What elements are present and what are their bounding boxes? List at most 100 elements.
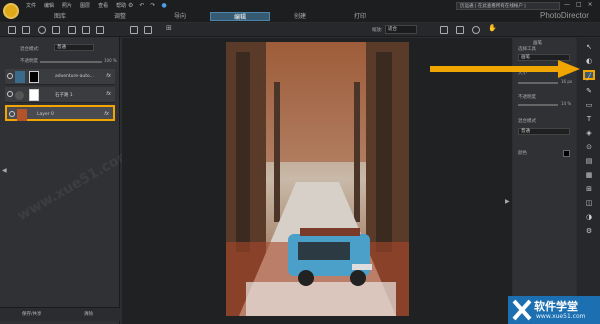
fx-button[interactable]: fx — [106, 73, 111, 79]
canvas-image[interactable] — [226, 42, 409, 316]
group-icon[interactable] — [52, 26, 60, 34]
brush-blend-select[interactable]: 普通 — [518, 128, 570, 135]
layer-name: Layer 0 — [37, 112, 54, 117]
grid-icon[interactable]: ⊞ — [166, 24, 174, 32]
layers-panel: 混合模式: 普通 不透明度 100 % adventure-auto... fx… — [0, 37, 134, 324]
redo-icon[interactable]: ↷ — [150, 2, 155, 9]
adjust-tool-icon[interactable]: ◐ — [583, 56, 595, 66]
menu-item-layer[interactable]: 图层 — [80, 2, 90, 9]
select-tool-icon[interactable]: ↖ — [583, 42, 595, 52]
pencil-tool-icon[interactable]: ✎ — [583, 86, 595, 96]
tool-column: ↖ ◐ ╱ ✎ ▭ T ◈ ⊙ ▤ ▦ ⊞ ◫ ◑ ⚙ — [577, 38, 600, 324]
fx-button[interactable]: fx — [104, 111, 109, 117]
clone-tool-icon[interactable]: ⊙ — [583, 142, 595, 152]
layer-mask-thumbnail — [29, 89, 39, 101]
minimize-button[interactable]: — — [564, 1, 570, 8]
site-title: 软件学堂 — [534, 300, 578, 313]
menu-item-view[interactable]: 查看 — [98, 2, 108, 9]
collapse-right-icon[interactable]: ▶ — [505, 198, 510, 205]
crop-icon[interactable] — [440, 26, 448, 34]
visibility-eye-icon[interactable] — [7, 73, 13, 79]
save-share-button[interactable]: 保存/共享 — [22, 311, 42, 317]
size-slider[interactable] — [518, 82, 558, 84]
text-tool-icon[interactable]: T — [583, 114, 595, 124]
layer-thumbnail — [15, 71, 25, 83]
tab-adjust[interactable]: 调整 — [90, 12, 150, 21]
app-logo — [3, 3, 19, 19]
opacity-slider[interactable] — [40, 61, 102, 63]
brush-blend-label: 混合模式 — [518, 119, 536, 124]
quick-icons: ⚙ ↶ ↷ ● — [128, 2, 167, 9]
tab-edit[interactable]: 编辑 — [210, 12, 270, 21]
shape-tool-icon[interactable]: ▭ — [583, 100, 595, 110]
info-icon[interactable]: ● — [161, 2, 166, 9]
watermark: www.xue51.com — [14, 145, 135, 225]
hand-icon[interactable]: ✋ — [488, 24, 497, 32]
zoom-select[interactable]: 适合 — [385, 25, 417, 34]
blend-mode-select[interactable]: 普通 — [54, 44, 94, 51]
menu-bar: 文件 编辑 照片 图层 查看 帮助 — [26, 2, 126, 9]
duplicate-icon[interactable] — [82, 26, 90, 34]
grid-tool-icon[interactable]: ⊞ — [583, 184, 595, 194]
view-single-icon[interactable] — [130, 26, 138, 34]
visibility-eye-icon[interactable] — [7, 91, 13, 97]
clear-button[interactable]: 清除 — [84, 311, 93, 317]
menu-item-photo[interactable]: 照片 — [62, 2, 72, 9]
tab-print[interactable]: 打印 — [330, 12, 390, 21]
layers-tool-icon[interactable]: ◫ — [583, 198, 595, 208]
tab-create[interactable]: 创建 — [270, 12, 330, 21]
rotate-icon[interactable] — [456, 26, 464, 34]
tab-library[interactable]: 图库 — [30, 12, 90, 21]
layer-row[interactable]: adventure-auto... fx — [5, 69, 115, 85]
zoom-icon[interactable] — [472, 26, 480, 34]
canvas-area[interactable]: ▶ — [122, 38, 512, 324]
blur-tool-icon[interactable]: ◑ — [583, 212, 595, 222]
select-tool-label: 选择工具 — [518, 47, 536, 52]
maximize-button[interactable]: □ — [576, 1, 582, 8]
opacity-label: 不透明度 — [20, 59, 38, 64]
mask-icon[interactable] — [22, 26, 30, 34]
brush-panel: 画笔 选择工具 画笔 大小 16 px 不透明度 14 % 混合模式 普通 颜色 — [513, 38, 576, 324]
size-value: 16 px — [561, 79, 573, 84]
tab-guided[interactable]: 导向 — [150, 12, 210, 21]
adjustment-icon — [15, 91, 24, 100]
view-compare-icon[interactable] — [144, 26, 152, 34]
layers-footer: 保存/共享 清除 — [0, 307, 120, 321]
settings-tool-icon[interactable]: ⚙ — [583, 226, 595, 236]
menu-item-edit[interactable]: 编辑 — [44, 2, 54, 9]
site-url: www.xue51.com — [536, 313, 586, 320]
filter-icon[interactable] — [68, 26, 76, 34]
brush-opacity-value: 14 % — [561, 101, 572, 106]
layer-row-selected[interactable]: Layer 0 fx — [5, 105, 115, 121]
x-logo-icon — [512, 299, 532, 321]
adjust-sliders-icon[interactable]: ▦ — [583, 170, 595, 180]
autumn-road-car-photo — [226, 42, 409, 316]
close-button[interactable]: × — [588, 1, 593, 8]
toolbar: ⊞ 缩放: 适合 ✋ — [0, 23, 600, 37]
brush-tool-icon[interactable]: ╱ — [583, 70, 595, 81]
menu-item-file[interactable]: 文件 — [26, 2, 36, 9]
fill-tool-icon[interactable]: ◈ — [583, 128, 595, 138]
account-notice[interactable]: 历运通 | 在此查看所有在线帐户 | — [456, 2, 560, 10]
color-swatch[interactable] — [563, 150, 570, 157]
brush-opacity-label: 不透明度 — [518, 95, 536, 100]
settings-icon[interactable]: ⚙ — [128, 2, 133, 9]
brush-opacity-slider[interactable] — [518, 104, 558, 106]
new-layer-icon[interactable] — [8, 26, 16, 34]
menu-item-help[interactable]: 帮助 — [116, 2, 126, 9]
undo-icon[interactable]: ↶ — [139, 2, 144, 9]
crop-tool-icon[interactable]: ▤ — [583, 156, 595, 166]
layer-name: adventure-auto... — [55, 74, 94, 79]
fx-button[interactable]: fx — [106, 91, 111, 97]
layer-name: 石子路 1 — [55, 93, 73, 98]
layer-thumbnail — [17, 109, 27, 121]
delete-icon[interactable] — [96, 26, 104, 34]
collapse-left-icon[interactable]: ◀ — [2, 167, 7, 174]
zoom-label: 缩放: — [372, 28, 383, 33]
mode-tabs: 图库 调整 导向 编辑 创建 打印 — [30, 12, 390, 21]
adjust-layer-icon[interactable] — [38, 26, 46, 34]
opacity-value: 100 % — [104, 58, 117, 63]
visibility-eye-icon[interactable] — [9, 111, 15, 117]
color-label: 颜色 — [518, 151, 527, 156]
layer-row[interactable]: 石子路 1 fx — [5, 87, 115, 103]
